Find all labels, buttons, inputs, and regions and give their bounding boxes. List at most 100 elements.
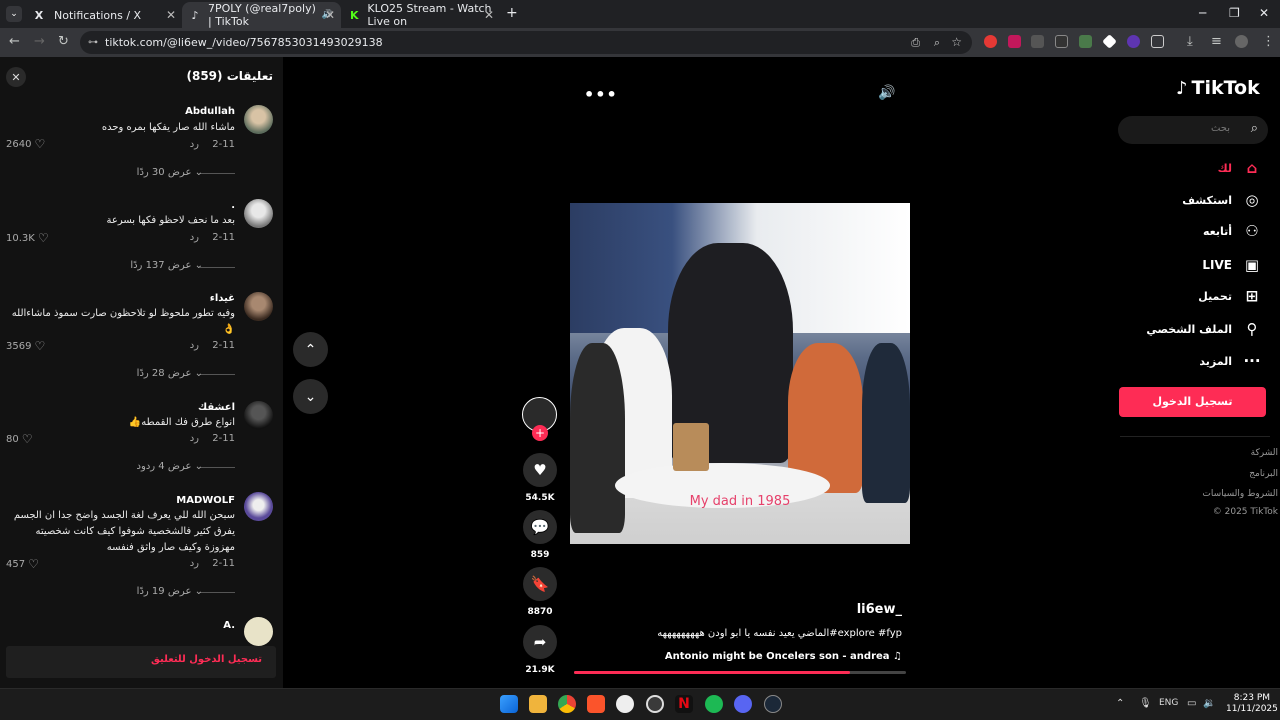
- reply-button[interactable]: رد: [190, 232, 199, 243]
- comment-username[interactable]: اعشقك: [198, 402, 235, 413]
- nav-following[interactable]: أتابعه ⚇: [1203, 222, 1262, 240]
- view-replies-button[interactable]: عرض 4 ردود ⌄: [137, 461, 203, 472]
- reply-button[interactable]: رد: [190, 139, 199, 150]
- close-tab-icon[interactable]: ✕: [484, 8, 494, 22]
- download-icon[interactable]: ⤓: [1187, 34, 1193, 49]
- heart-icon[interactable]: ♥: [523, 453, 557, 487]
- reload-icon[interactable]: ↻: [58, 34, 69, 49]
- comment-like-button[interactable]: 10.3K ♡: [6, 231, 49, 245]
- nav-more[interactable]: المزيد ···: [1199, 352, 1262, 370]
- login-to-comment-link[interactable]: تسجيل الدخول للتعليق: [151, 654, 262, 665]
- comment-username[interactable]: MADWOLF: [176, 495, 235, 506]
- footer-terms-link[interactable]: الشروط والسياسات: [1202, 489, 1278, 499]
- search-input[interactable]: بحث ⌕: [1118, 116, 1268, 144]
- share-action[interactable]: ➦ 21.9K: [520, 625, 560, 675]
- view-replies-button[interactable]: عرض 137 ردًا ⌄: [130, 260, 203, 271]
- previous-video-button[interactable]: ⌃: [293, 332, 328, 367]
- profile-avatar-icon[interactable]: [1235, 35, 1248, 48]
- view-replies-button[interactable]: عرض 28 ردًا ⌄: [137, 368, 203, 379]
- microphone-icon[interactable]: 🎙: [1139, 698, 1152, 709]
- tiktok-logo[interactable]: ♪ TikTok: [1176, 77, 1260, 99]
- comment-action[interactable]: 💬 859: [520, 510, 560, 560]
- avatar[interactable]: [244, 617, 273, 646]
- url-bar[interactable]: ⊶ tiktok.com/@li6ew_/video/7567853031493…: [80, 31, 972, 54]
- back-icon[interactable]: ←: [9, 34, 20, 49]
- reply-button[interactable]: رد: [190, 340, 199, 351]
- extension-icon[interactable]: [1008, 35, 1021, 48]
- nav-live[interactable]: LIVE ▣: [1202, 256, 1262, 274]
- footer-program-link[interactable]: البرنامج: [1249, 469, 1278, 479]
- reply-button[interactable]: رد: [190, 433, 199, 444]
- close-tab-icon[interactable]: ✕: [325, 8, 335, 22]
- menu-kebab-icon[interactable]: ⋮: [1262, 34, 1275, 49]
- video-progress-bar[interactable]: [574, 671, 906, 674]
- comment-username[interactable]: A.: [223, 620, 235, 631]
- nav-upload[interactable]: تحميل ⊞: [1198, 287, 1262, 305]
- language-indicator[interactable]: ENG: [1159, 698, 1178, 708]
- login-to-comment-bar[interactable]: تسجيل الدخول للتعليق: [6, 646, 276, 678]
- brave-icon[interactable]: [587, 695, 605, 713]
- avatar[interactable]: [244, 401, 273, 430]
- nav-explore[interactable]: استكشف ◎: [1182, 191, 1262, 209]
- avatar[interactable]: [244, 292, 273, 321]
- extension-icon[interactable]: [1055, 35, 1068, 48]
- login-button[interactable]: تسجيل الدخول: [1119, 387, 1266, 417]
- forward-icon[interactable]: →: [34, 34, 45, 49]
- minimize-button[interactable]: ─: [1199, 6, 1206, 20]
- video-author[interactable]: li6ew_: [857, 602, 902, 617]
- extensions-puzzle-icon[interactable]: [1151, 35, 1164, 48]
- site-info-icon[interactable]: ⊶: [88, 31, 98, 54]
- next-video-button[interactable]: ⌄: [293, 379, 328, 414]
- comment-username[interactable]: غيداء: [210, 293, 235, 304]
- app-icon[interactable]: [616, 695, 634, 713]
- video-player[interactable]: [570, 203, 910, 544]
- footer-company-link[interactable]: الشركة: [1251, 448, 1278, 458]
- steam-icon[interactable]: [764, 695, 782, 713]
- save-action[interactable]: 🔖 8870: [520, 567, 560, 617]
- avatar[interactable]: [244, 105, 273, 134]
- netflix-icon[interactable]: N: [675, 695, 693, 713]
- nav-profile[interactable]: الملف الشخصي ⚲: [1146, 320, 1262, 338]
- file-explorer-icon[interactable]: [529, 695, 547, 713]
- tray-chevron-icon[interactable]: ⌃: [1116, 698, 1124, 709]
- close-window-button[interactable]: ✕: [1259, 6, 1269, 20]
- discord-icon[interactable]: [734, 695, 752, 713]
- active-app-icon[interactable]: [646, 695, 664, 713]
- volume-icon[interactable]: 🔊: [878, 85, 895, 101]
- comment-icon[interactable]: 💬: [523, 510, 557, 544]
- extension-icon[interactable]: [1127, 35, 1140, 48]
- follow-plus-icon[interactable]: +: [532, 425, 548, 441]
- close-comments-button[interactable]: ✕: [6, 67, 26, 87]
- bookmark-icon[interactable]: 🔖: [523, 567, 557, 601]
- tab-notifications-x[interactable]: X Notifications / X ✕: [24, 2, 182, 28]
- volume-tray-icon[interactable]: 🔉: [1203, 698, 1215, 709]
- new-tab-button[interactable]: +: [506, 5, 518, 21]
- extension-icon[interactable]: [1031, 35, 1044, 48]
- network-icon[interactable]: ▭: [1187, 698, 1196, 709]
- chrome-icon[interactable]: [558, 695, 576, 713]
- view-replies-button[interactable]: عرض 19 ردًا ⌄: [137, 586, 203, 597]
- comment-like-button[interactable]: 2640 ♡: [6, 137, 45, 151]
- comment-like-button[interactable]: 457 ♡: [6, 557, 39, 571]
- nav-for-you[interactable]: لك ⌂: [1218, 159, 1262, 177]
- comment-username[interactable]: .: [231, 200, 235, 211]
- tab-kick[interactable]: K KLO25 Stream - Watch Live on ✕: [341, 2, 500, 28]
- system-clock[interactable]: 8:23 PM 11/11/2025: [1226, 693, 1278, 715]
- install-icon[interactable]: ⎙: [911, 31, 920, 54]
- more-options-icon[interactable]: •••: [584, 85, 618, 104]
- comment-like-button[interactable]: 3569 ♡: [6, 339, 45, 353]
- extension-icon[interactable]: [1079, 35, 1092, 48]
- media-controls-icon[interactable]: ≡: [1211, 34, 1222, 49]
- share-icon[interactable]: ➦: [523, 625, 557, 659]
- maximize-button[interactable]: ❐: [1229, 6, 1240, 20]
- view-replies-button[interactable]: عرض 30 ردًا ⌄: [137, 167, 203, 178]
- close-tab-icon[interactable]: ✕: [166, 8, 176, 22]
- tab-search-button[interactable]: ⌄: [6, 6, 22, 22]
- windows-start-icon[interactable]: [500, 695, 518, 713]
- search-icon[interactable]: ⌕: [1251, 121, 1258, 136]
- comment-username[interactable]: Abdullah: [185, 106, 235, 117]
- bookmark-star-icon[interactable]: ☆: [951, 31, 962, 54]
- comment-like-button[interactable]: 80 ♡: [6, 432, 33, 446]
- spotify-icon[interactable]: [705, 695, 723, 713]
- video-music[interactable]: Antonio might be Oncelers son - andrea ♫: [665, 651, 902, 662]
